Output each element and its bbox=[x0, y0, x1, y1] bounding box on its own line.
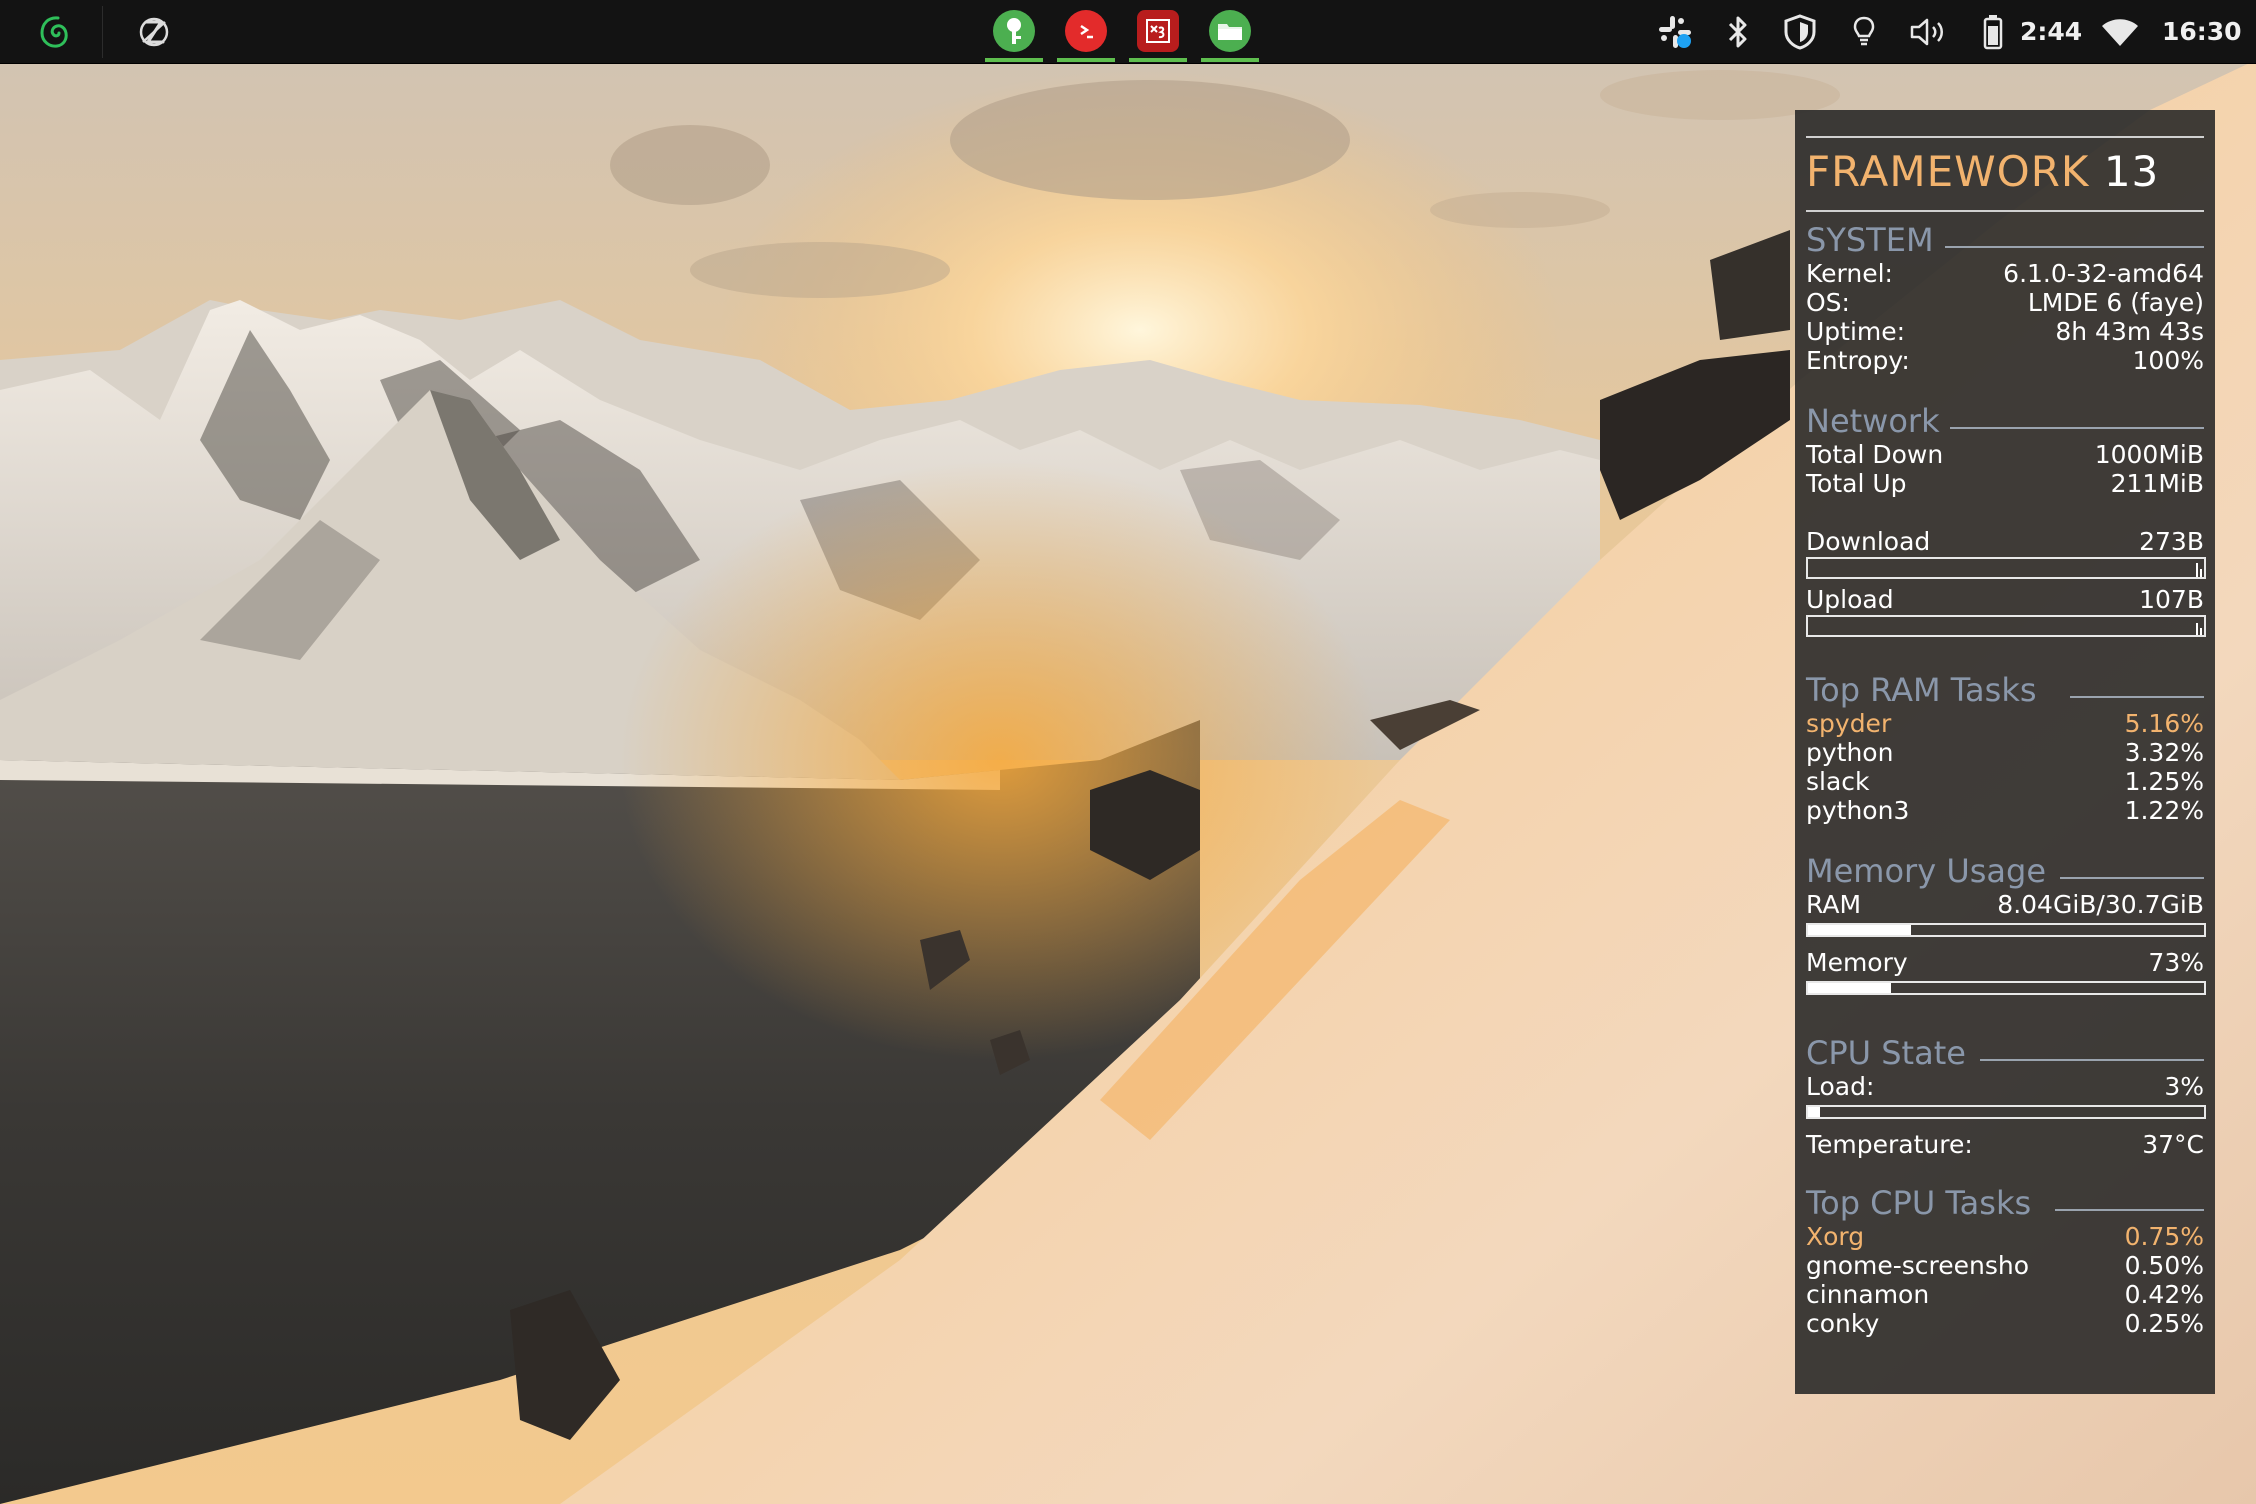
cpu-load-row: Load: 3% bbox=[1806, 1072, 2204, 1101]
active-indicator bbox=[1057, 58, 1115, 62]
section-rule bbox=[1980, 1059, 2204, 1061]
section-memory: Memory Usage bbox=[1806, 852, 2047, 890]
section-rule bbox=[2055, 1209, 2204, 1211]
memory-usage-bar bbox=[1806, 981, 2206, 995]
network-total-up: Total Up 211MiB bbox=[1806, 469, 2204, 498]
section-top-ram: Top RAM Tasks bbox=[1806, 671, 2037, 709]
battery-time-remaining[interactable]: 2:44 bbox=[2020, 0, 2082, 63]
system-row-os: OS: LMDE 6 (faye) bbox=[1806, 288, 2204, 317]
conky-panel: FRAMEWORK 13 SYSTEM Kernel: 6.1.0-32-amd6… bbox=[1795, 110, 2215, 1394]
ram-task-row: python 3.32% bbox=[1806, 738, 2204, 767]
network-download: Download 273B bbox=[1806, 527, 2204, 556]
system-row-uptime: Uptime: 8h 43m 43s bbox=[1806, 317, 2204, 346]
memory-percent-row: Memory 73% bbox=[1806, 948, 2204, 977]
section-rule bbox=[1950, 427, 2204, 429]
active-indicator bbox=[985, 58, 1043, 62]
show-desktop-button[interactable] bbox=[126, 0, 182, 63]
tray-battery[interactable] bbox=[1978, 0, 2008, 63]
shield-icon bbox=[1784, 13, 1816, 50]
debian-swirl-icon bbox=[40, 15, 68, 48]
system-row-kernel: Kernel: 6.1.0-32-amd64 bbox=[1806, 259, 2204, 288]
tray-redshift[interactable] bbox=[1846, 0, 1882, 63]
keepassxc-icon bbox=[993, 10, 1035, 52]
cpu-task-row: conky 0.25% bbox=[1806, 1309, 2204, 1338]
no-distraction-icon bbox=[139, 17, 169, 46]
section-rule bbox=[2060, 877, 2204, 879]
tray-network[interactable] bbox=[2098, 0, 2142, 63]
ram-task-row: spyder 5.16% bbox=[1806, 709, 2204, 738]
ram-task-row: slack 1.25% bbox=[1806, 767, 2204, 796]
taskbar-app-files[interactable] bbox=[1201, 8, 1259, 62]
ram-task-row: python3 1.22% bbox=[1806, 796, 2204, 825]
cpu-load-bar bbox=[1806, 1105, 2206, 1119]
section-system: SYSTEM bbox=[1806, 221, 1934, 259]
terminal-icon bbox=[1065, 10, 1107, 52]
tray-volume[interactable] bbox=[1906, 0, 1952, 63]
active-indicator bbox=[1129, 58, 1187, 62]
panel-separator bbox=[102, 6, 103, 58]
section-rule bbox=[2070, 696, 2204, 698]
download-graph bbox=[1806, 557, 2206, 579]
cpu-temperature-row: Temperature: 37°C bbox=[1806, 1130, 2204, 1159]
taskbar-app-terminal[interactable] bbox=[1057, 8, 1115, 62]
panel-clock[interactable]: 16:30 bbox=[2162, 0, 2242, 63]
wifi-icon bbox=[2102, 18, 2138, 46]
tray-bluetooth[interactable] bbox=[1718, 0, 1758, 63]
title-model: 13 bbox=[2103, 147, 2160, 196]
section-network: Network bbox=[1806, 402, 1940, 440]
cpu-task-row: Xorg 0.75% bbox=[1806, 1222, 2204, 1251]
folder-icon bbox=[1209, 10, 1251, 52]
network-upload: Upload 107B bbox=[1806, 585, 2204, 614]
ram-usage-bar bbox=[1806, 923, 2206, 937]
tray-vpn[interactable] bbox=[1778, 0, 1822, 63]
conky-title: FRAMEWORK 13 bbox=[1806, 147, 2159, 196]
system-row-entropy: Entropy: 100% bbox=[1806, 346, 2204, 375]
memory-ram-row: RAM 8.04GiB/30.7GiB bbox=[1806, 890, 2204, 919]
top-panel: 2:44 16:30 bbox=[0, 0, 2256, 64]
section-rule bbox=[1945, 246, 2204, 248]
bluetooth-icon bbox=[1728, 16, 1747, 47]
title-rule-top bbox=[1806, 136, 2204, 138]
tray-slack[interactable] bbox=[1652, 0, 1698, 63]
upload-graph bbox=[1806, 615, 2206, 637]
title-rule-bottom bbox=[1806, 210, 2204, 212]
slack-icon bbox=[1659, 15, 1691, 48]
section-cpu: CPU State bbox=[1806, 1034, 1966, 1072]
lightbulb-icon bbox=[1853, 16, 1875, 45]
cpu-task-row: cinnamon 0.42% bbox=[1806, 1280, 2204, 1309]
cpu-task-row: gnome-screensho 0.50% bbox=[1806, 1251, 2204, 1280]
xournal-icon bbox=[1137, 10, 1179, 52]
active-indicator bbox=[1201, 58, 1259, 62]
battery-icon bbox=[1983, 14, 2003, 49]
taskbar-app-keepassxc[interactable] bbox=[985, 8, 1043, 62]
taskbar-app-xournal[interactable] bbox=[1129, 8, 1187, 62]
title-brand: FRAMEWORK bbox=[1806, 147, 2090, 196]
section-top-cpu: Top CPU Tasks bbox=[1806, 1184, 2032, 1222]
network-total-down: Total Down 1000MiB bbox=[1806, 440, 2204, 469]
menu-button[interactable] bbox=[28, 0, 84, 63]
speaker-icon bbox=[1910, 18, 1943, 45]
